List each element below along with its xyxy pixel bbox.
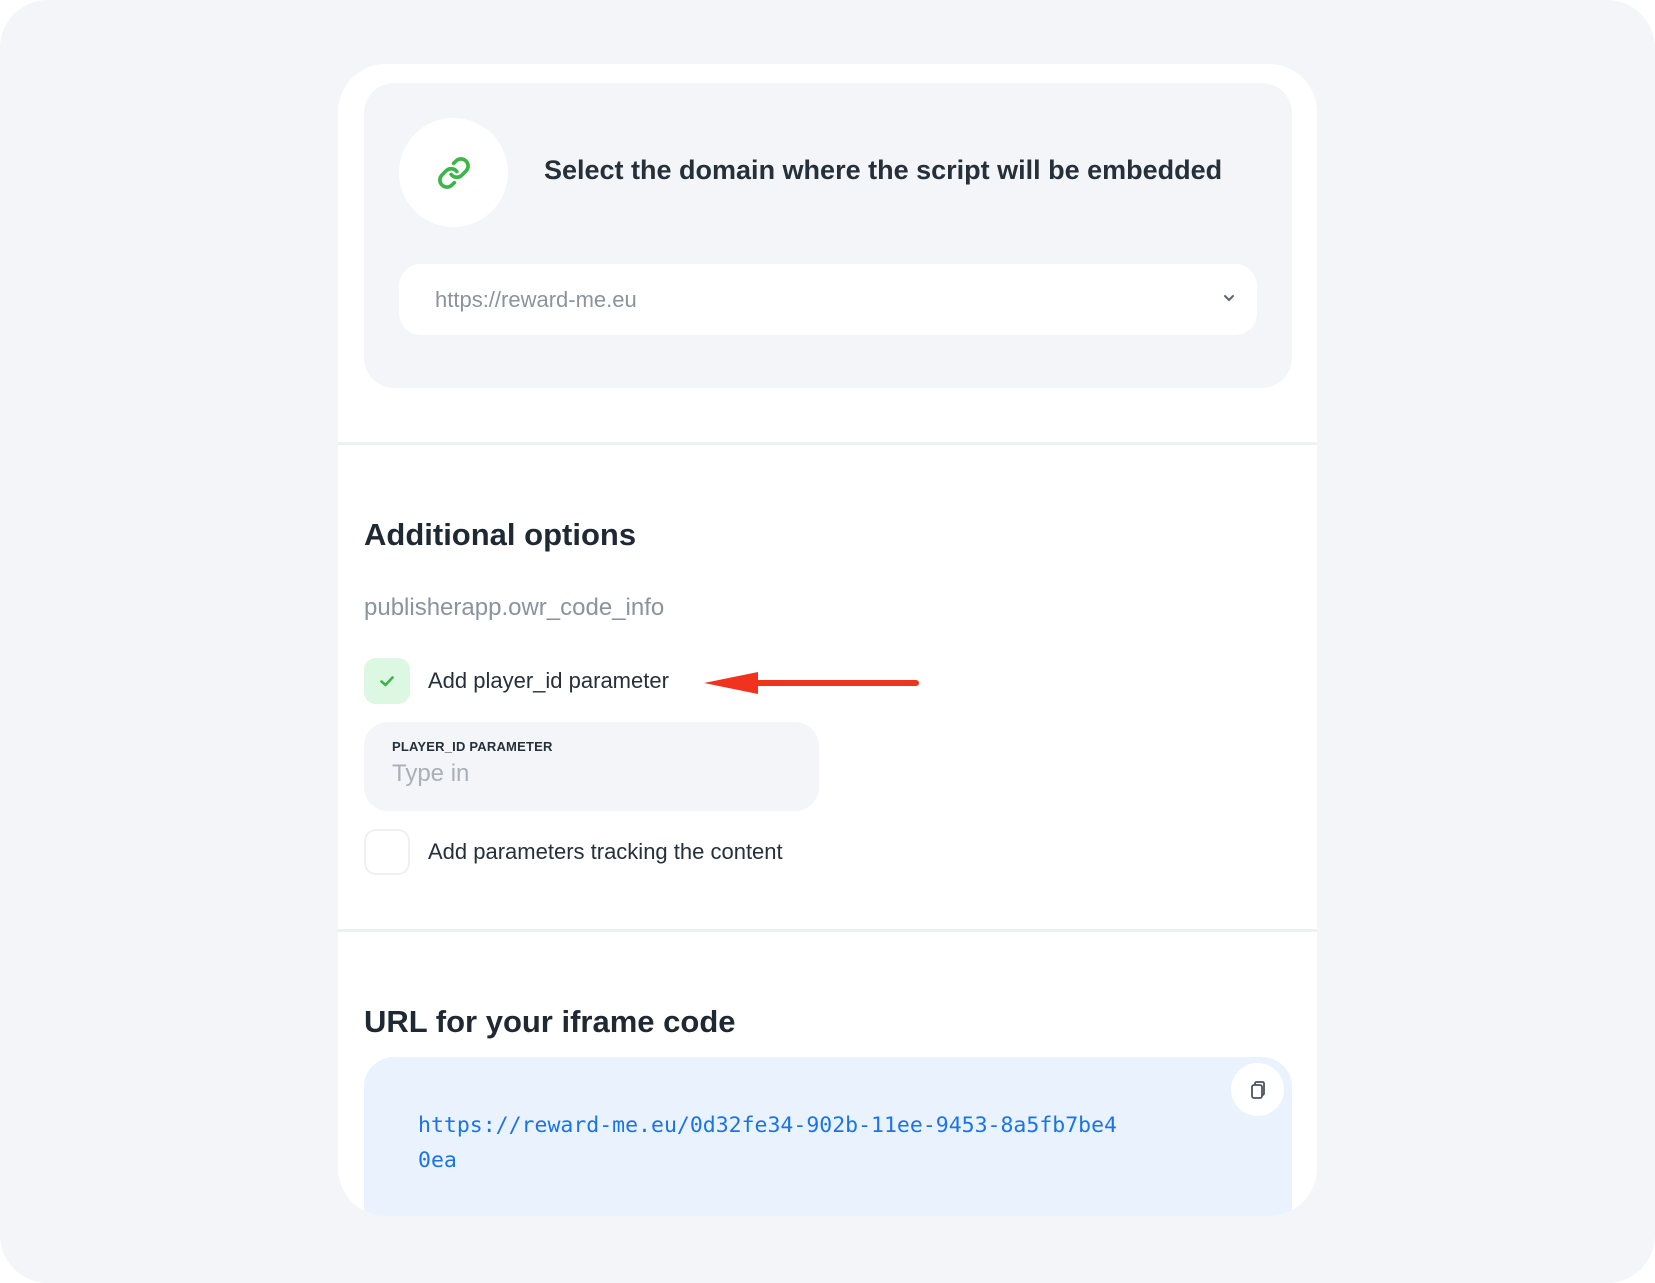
player-id-parameter-label: PLAYER_ID PARAMETER: [392, 739, 553, 754]
iframe-url-code[interactable]: https://reward-me.eu/0d32fe34-902b-11ee-…: [418, 1108, 1118, 1178]
chevron-down-icon: [1224, 295, 1234, 301]
page-background: Select the domain where the script will …: [0, 0, 1655, 1283]
iframe-url-code-box: https://reward-me.eu/0d32fe34-902b-11ee-…: [364, 1057, 1292, 1216]
copy-button[interactable]: [1231, 1063, 1284, 1116]
player-id-checkbox-label[interactable]: Add player_id parameter: [428, 668, 669, 694]
copy-icon: [1250, 1080, 1265, 1099]
section-divider: [338, 929, 1317, 932]
iframe-url-title: URL for your iframe code: [364, 1004, 736, 1039]
tracking-parameters-checkbox-label[interactable]: Add parameters tracking the content: [428, 839, 783, 865]
section-divider: [338, 442, 1317, 445]
additional-options-title: Additional options: [364, 517, 637, 552]
embed-settings-card: Select the domain where the script will …: [338, 64, 1317, 1216]
checkmark-icon: [380, 676, 394, 687]
domain-select[interactable]: https://reward-me.eu: [399, 264, 1257, 335]
link-icon-badge: [399, 118, 508, 227]
options-info-text: publisherapp.owr_code_info: [364, 594, 665, 621]
player-id-parameter-input[interactable]: [392, 760, 791, 788]
tracking-parameters-checkbox[interactable]: [364, 829, 410, 875]
domain-section-title: Select the domain where the script will …: [544, 155, 1223, 185]
link-icon: [437, 156, 470, 189]
player-id-checkbox[interactable]: [364, 658, 410, 704]
domain-panel: Select the domain where the script will …: [364, 83, 1292, 388]
arrow-left-icon: [704, 672, 919, 694]
player-id-parameter-field[interactable]: PLAYER_ID PARAMETER: [364, 722, 819, 811]
domain-select-value: https://reward-me.eu: [435, 286, 637, 312]
